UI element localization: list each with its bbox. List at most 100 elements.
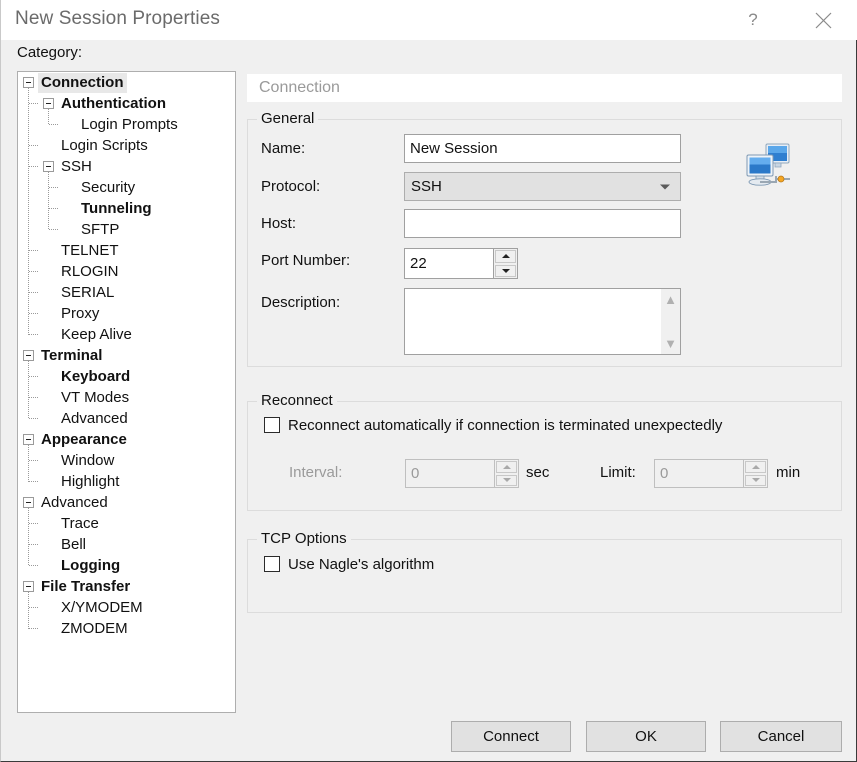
port-number-stepper[interactable] [404,248,518,279]
tree-item-advanced[interactable]: Advanced [18,408,235,429]
reconnect-auto-label[interactable]: Reconnect automatically if connection is… [288,417,722,434]
tree-item-advanced[interactable]: Advanced [18,492,235,513]
tree-branch-icon [63,119,74,130]
close-button[interactable] [799,0,847,40]
tree-expander-minus-icon[interactable] [23,350,34,361]
tree-guide-line [29,607,38,608]
tree-guide-line [28,508,29,566]
limit-input [654,459,743,488]
category-tree[interactable]: Connection Authentication Login Prompts Log… [17,71,236,713]
protocol-dropdown[interactable]: SSH [404,172,681,201]
help-button[interactable]: ? [729,0,777,40]
interval-spin-buttons [494,459,519,488]
tree-guide-line [29,523,38,524]
tree-expander-minus-icon[interactable] [23,497,34,508]
chevron-down-icon [660,184,670,189]
tree-branch-icon [43,413,54,424]
tree-guide-line [49,187,58,188]
nagle-checkbox[interactable] [264,556,280,572]
tree-item-ssh[interactable]: SSH [18,156,235,177]
tree-guide-line [29,544,38,545]
tree-branch-icon [43,245,54,256]
window-title: New Session Properties [15,8,220,29]
tree-expander-minus-icon[interactable] [43,98,54,109]
tree-item-label: SSH [61,157,92,175]
tree-guide-line [29,460,38,461]
tree-item-highlight[interactable]: Highlight [18,471,235,492]
port-number-input[interactable] [404,248,493,279]
tree-item-label: VT Modes [61,388,130,406]
interval-input [405,459,494,488]
triangle-down-icon [502,478,511,483]
reconnect-group-title: Reconnect [257,392,337,409]
tree-item-zmodem[interactable]: ZMODEM [18,618,235,639]
tree-branch-icon [63,203,74,214]
tree-item-vt-modes[interactable]: VT Modes [18,387,235,408]
tree-item-file-transfer[interactable]: File Transfer [18,576,235,597]
tree-item-label: Login Scripts [61,136,148,154]
tree-expander-minus-icon[interactable] [43,161,54,172]
tree-guide-line [28,592,29,629]
tree-branch-icon [43,560,54,571]
tree-item-bell[interactable]: Bell [18,534,235,555]
tree-item-label: Highlight [61,472,120,490]
tree-item-label: File Transfer [41,577,131,595]
tree-item-serial[interactable]: SERIAL [18,282,235,303]
tree-item-authentication[interactable]: Authentication [18,93,235,114]
tree-guide-line [29,628,38,629]
tree-expander-minus-icon[interactable] [23,434,34,445]
nagle-label[interactable]: Use Nagle's algorithm [288,556,434,573]
tree-item-label: Window [61,451,115,469]
tree-item-trace[interactable]: Trace [18,513,235,534]
tree-item-login-scripts[interactable]: Login Scripts [18,135,235,156]
name-input[interactable] [404,134,681,163]
tree-guide-line [29,376,38,377]
tree-item-terminal[interactable]: Terminal [18,345,235,366]
tree-expander-minus-icon[interactable] [23,581,34,592]
tree-guide-line [29,397,38,398]
tree-item-connection[interactable]: Connection [18,72,235,93]
port-spin-down-button[interactable] [495,264,516,277]
tcp-options-group-title: TCP Options [257,530,351,547]
tree-item-logging[interactable]: Logging [18,555,235,576]
interval-unit-label: sec [526,464,550,481]
tree-item-label: Keep Alive [61,325,132,343]
cancel-button[interactable]: Cancel [720,721,842,752]
description-textarea[interactable]: ▲ ▼ [404,288,681,355]
tree-guide-line [29,565,38,566]
tree-item-label: Connection [38,72,127,93]
tree-item-window[interactable]: Window [18,450,235,471]
tree-guide-line [29,145,38,146]
host-input[interactable] [404,209,681,238]
scroll-up-icon[interactable]: ▲ [664,289,677,310]
tree-item-telnet[interactable]: TELNET [18,240,235,261]
tree-item-keep-alive[interactable]: Keep Alive [18,324,235,345]
ok-button[interactable]: OK [586,721,706,752]
connect-button[interactable]: Connect [451,721,571,752]
tree-item-keyboard[interactable]: Keyboard [18,366,235,387]
tree-item-label: Trace [61,514,99,532]
triangle-down-icon [751,478,760,483]
tree-item-label: TELNET [61,241,119,259]
tree-item-label: Proxy [61,304,100,322]
tree-branch-icon [43,392,54,403]
name-label: Name: [261,140,306,157]
tree-item-label: Authentication [61,94,166,112]
port-spin-up-button[interactable] [495,250,516,263]
interval-spin-down-button [496,474,517,486]
triangle-up-icon [502,464,511,469]
tree-item-rlogin[interactable]: RLOGIN [18,261,235,282]
reconnect-auto-checkbox[interactable] [264,417,280,433]
question-mark-icon: ? [748,10,758,29]
description-scrollbar[interactable]: ▲ ▼ [661,289,680,354]
port-spin-buttons[interactable] [493,248,518,279]
tree-item-label: ZMODEM [61,619,128,637]
scroll-down-icon[interactable]: ▼ [664,333,677,354]
tree-expander-minus-icon[interactable] [23,77,34,88]
protocol-selected-value: SSH [411,178,442,195]
tree-branch-icon [43,329,54,340]
tree-item-x-ymodem[interactable]: X/YMODEM [18,597,235,618]
tree-item-proxy[interactable]: Proxy [18,303,235,324]
tree-item-label: Tunneling [81,199,152,217]
tree-item-appearance[interactable]: Appearance [18,429,235,450]
